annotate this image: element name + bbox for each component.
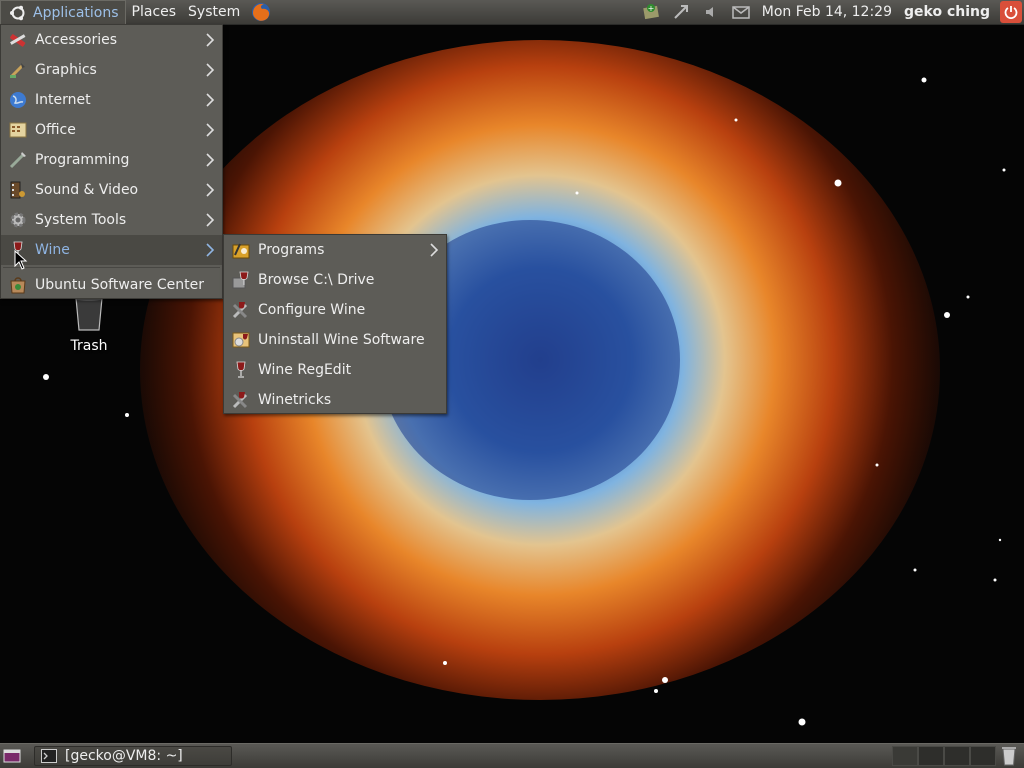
firefox-launcher-icon[interactable]	[250, 1, 272, 23]
submenu-item-browse-c-drive[interactable]: Browse C:\ Drive	[224, 265, 446, 295]
show-desktop-icon	[3, 749, 21, 763]
places-menu-button[interactable]: Places	[126, 0, 183, 24]
menu-item-wine[interactable]: Wine	[1, 235, 222, 265]
programs-folder-icon	[230, 239, 252, 261]
office-icon	[7, 119, 29, 141]
chevron-right-icon	[206, 153, 215, 167]
menu-item-label: Accessories	[35, 32, 118, 48]
programming-icon	[7, 149, 29, 171]
chevron-right-icon	[206, 123, 215, 137]
trash-label: Trash	[70, 338, 108, 354]
taskbar-window-label: [gecko@VM8: ~]	[65, 748, 183, 764]
menu-item-label: Graphics	[35, 62, 97, 78]
menu-item-label: Sound & Video	[35, 182, 139, 198]
chevron-right-icon	[206, 213, 215, 227]
software-center-icon	[7, 274, 29, 296]
chevron-right-icon	[430, 243, 439, 257]
submenu-item-label: Programs	[258, 242, 325, 258]
menu-item-internet[interactable]: Internet	[1, 85, 222, 115]
submenu-item-configure-wine[interactable]: Configure Wine	[224, 295, 446, 325]
taskbar-terminal-window[interactable]: [gecko@VM8: ~]	[34, 746, 232, 766]
menu-item-ubuntu-software-center[interactable]: Ubuntu Software Center	[1, 270, 222, 300]
graphics-icon	[7, 59, 29, 81]
chevron-right-icon	[206, 183, 215, 197]
submenu-item-wine-regedit[interactable]: Wine RegEdit	[224, 355, 446, 385]
terminal-icon	[41, 749, 57, 763]
user-menu[interactable]: geko ching	[898, 4, 996, 20]
chevron-right-icon	[206, 93, 215, 107]
submenu-item-label: Uninstall Wine Software	[258, 332, 425, 348]
accessories-icon	[7, 29, 29, 51]
internet-globe-icon	[7, 89, 29, 111]
sound-video-icon	[7, 179, 29, 201]
submenu-item-label: Wine RegEdit	[258, 362, 352, 378]
menu-item-programming[interactable]: Programming	[1, 145, 222, 175]
applications-menu: Accessories Graphics Internet Office Pro…	[0, 24, 223, 299]
submenu-item-label: Browse C:\ Drive	[258, 272, 375, 288]
trash-icon	[1002, 747, 1016, 766]
chevron-right-icon	[206, 243, 215, 257]
top-panel: Applications Places System + Mon Feb 14,…	[0, 0, 1024, 25]
winetricks-icon	[230, 389, 252, 411]
clock[interactable]: Mon Feb 14, 12:29	[756, 4, 898, 20]
trash-icon	[75, 297, 103, 331]
power-icon[interactable]	[1000, 1, 1022, 23]
menu-item-label: Ubuntu Software Center	[35, 277, 204, 293]
submenu-item-label: Winetricks	[258, 392, 332, 408]
menu-item-label: Programming	[35, 152, 130, 168]
wine-submenu: Programs Browse C:\ Drive Configure Wine…	[223, 234, 447, 414]
menu-item-label: Internet	[35, 92, 91, 108]
uninstall-icon	[230, 329, 252, 351]
chevron-right-icon	[206, 33, 215, 47]
mouse-cursor-icon	[14, 250, 28, 270]
wine-glass-icon	[230, 359, 252, 381]
submenu-item-winetricks[interactable]: Winetricks	[224, 385, 446, 415]
menu-separator	[3, 267, 220, 268]
menu-item-graphics[interactable]: Graphics	[1, 55, 222, 85]
submenu-item-programs[interactable]: Programs	[224, 235, 446, 265]
workspace-1[interactable]	[892, 746, 918, 766]
system-menu-button[interactable]: System	[182, 0, 246, 24]
network-icon[interactable]	[670, 1, 692, 23]
menu-item-label: Wine	[35, 242, 70, 258]
applications-menu-button[interactable]: Applications	[0, 0, 126, 24]
chevron-right-icon	[206, 63, 215, 77]
update-notifier-icon[interactable]: +	[640, 1, 662, 23]
svg-text:+: +	[647, 4, 654, 13]
menu-item-label: System Tools	[35, 212, 127, 228]
submenu-item-label: Configure Wine	[258, 302, 366, 318]
menu-item-accessories[interactable]: Accessories	[1, 25, 222, 55]
menu-item-label: Office	[35, 122, 76, 138]
wine-glass-icon	[230, 269, 252, 291]
bottom-panel: [gecko@VM8: ~]	[0, 743, 1024, 768]
menu-item-office[interactable]: Office	[1, 115, 222, 145]
menu-item-sound-video[interactable]: Sound & Video	[1, 175, 222, 205]
desktop-trash[interactable]: Trash	[58, 296, 120, 354]
applications-label: Applications	[33, 4, 119, 21]
trash-applet[interactable]	[996, 745, 1022, 767]
workspace-3[interactable]	[944, 746, 970, 766]
workspace-4[interactable]	[970, 746, 996, 766]
mail-icon[interactable]	[730, 1, 752, 23]
wine-config-icon	[230, 299, 252, 321]
ubuntu-logo-icon	[7, 2, 29, 24]
volume-icon[interactable]	[700, 1, 722, 23]
submenu-item-uninstall-wine-software[interactable]: Uninstall Wine Software	[224, 325, 446, 355]
gear-icon	[7, 209, 29, 231]
workspace-switcher	[892, 746, 996, 766]
workspace-2[interactable]	[918, 746, 944, 766]
menu-item-system-tools[interactable]: System Tools	[1, 205, 222, 235]
show-desktop-button[interactable]	[0, 745, 24, 767]
